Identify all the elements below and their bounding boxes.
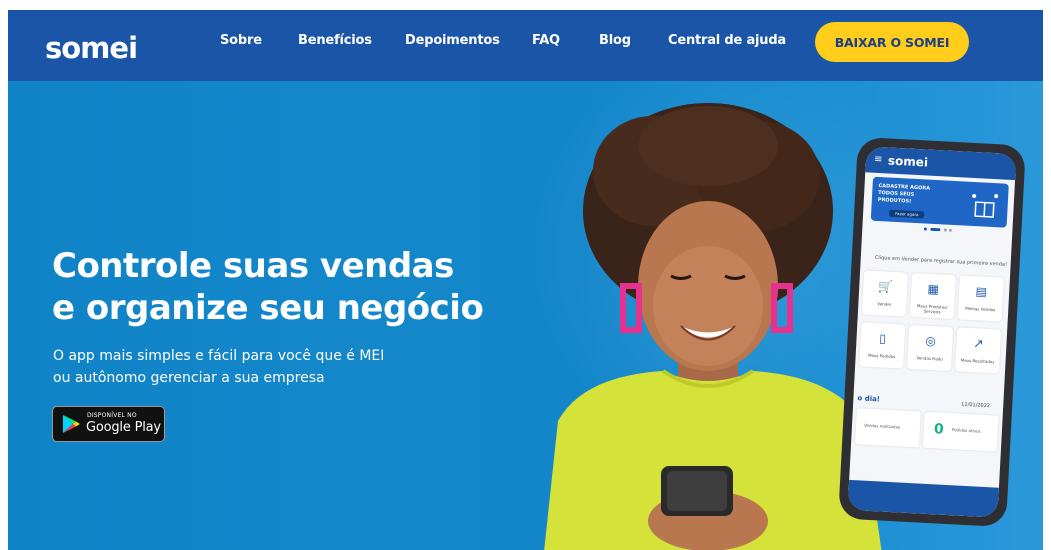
nav-link-depoimentos[interactable]: Depoimentos: [405, 33, 500, 48]
tile-meus-pedidos: ▯ Meus Pedidos: [859, 322, 906, 369]
app-phone-mockup: ≡ somei CADASTRE AGORA TODOS SEUS PRODUT…: [838, 136, 1026, 528]
download-cta-button[interactable]: BAIXAR O SOMEI: [815, 22, 969, 62]
phone-date: 12/01/2022: [961, 401, 991, 410]
phone-banner-text: CADASTRE AGORA TODOS SEUS PRODUTOS!: [877, 183, 931, 205]
handshake-icon: ◎: [924, 333, 937, 349]
phone-banner-button: Fazer agora: [888, 209, 925, 219]
tile-meus-produtos: ▦ Meus Produtos/ Serviços: [909, 272, 957, 320]
phone-bottom-bar: [847, 479, 999, 518]
somei-logo[interactable]: somei: [45, 28, 138, 65]
nav-link-central-de-ajuda[interactable]: Central de ajuda: [668, 33, 786, 48]
hamburger-menu-icon: ≡: [873, 153, 883, 166]
trend-icon: ↗: [973, 336, 984, 351]
phone-promo-banner: CADASTRE AGORA TODOS SEUS PRODUTOS! Faze…: [870, 176, 1009, 228]
tile-label: Meus Resultados: [960, 357, 995, 365]
tile-label: Meus Pedidos: [867, 352, 896, 360]
nav-link-beneficios[interactable]: Benefícios: [298, 33, 372, 48]
phone-frame: ≡ somei CADASTRE AGORA TODOS SEUS PRODUT…: [838, 136, 1026, 528]
cart-icon: 🛒: [877, 279, 894, 294]
tile-label: Meus Produtos/ Serviços: [916, 303, 948, 315]
headline-line-2: e organize seu negócio: [52, 288, 484, 328]
tile-meus-resultados: ↗ Meus Resultados: [954, 327, 1002, 374]
receipt-icon: ▤: [975, 284, 988, 299]
subheadline-line-2: ou autônomo gerenciar a sua empresa: [53, 370, 325, 386]
hero-headline: Controle suas vendas e organize seu negó…: [52, 245, 484, 329]
phone-app-logo: somei: [887, 153, 929, 170]
tile-label: Vender: [877, 301, 892, 307]
phone-card-label: Vendas realizadas: [863, 422, 901, 430]
google-play-small-text: DISPONÍVEL NO: [87, 412, 137, 419]
phone-screen: ≡ somei CADASTRE AGORA TODOS SEUS PRODUT…: [847, 146, 1017, 518]
phone-card-number: 0: [933, 421, 945, 438]
hero-section: Controle suas vendas e organize seu negó…: [8, 81, 1043, 550]
tile-label: Minhas Vendas: [965, 305, 996, 313]
google-play-icon: [63, 415, 80, 433]
tile-vender: 🛒 Vender: [861, 270, 909, 317]
nav-link-blog[interactable]: Blog: [599, 33, 631, 48]
gift-box-icon: [972, 194, 999, 218]
logo-text: somei: [45, 31, 138, 65]
grid-icon: ▦: [927, 281, 940, 297]
tile-label: Vendas Fiado: [916, 355, 943, 362]
google-play-text: Google Play: [86, 420, 161, 435]
tile-vendas-fiado: ◎ Vendas Fiado: [907, 324, 954, 372]
tile-minhas-vendas: ▤ Minhas Vendas: [957, 275, 1004, 322]
hero-subheadline: O app mais simples e fácil para você que…: [53, 345, 384, 389]
phone-card-pedidos: 0 Pedidos ativos: [922, 411, 999, 452]
subheadline-line-1: O app mais simples e fácil para você que…: [53, 348, 385, 364]
google-play-badge[interactable]: DISPONÍVEL NO Google Play: [52, 406, 165, 442]
top-navbar: somei Sobre Benefícios Depoimentos FAQ B…: [8, 10, 1043, 81]
phone-hint-text: Clique em Vender para registrar sua prim…: [874, 254, 1008, 268]
page-frame: somei Sobre Benefícios Depoimentos FAQ B…: [8, 10, 1043, 550]
phone-card-label: Pedidos ativos: [951, 427, 981, 434]
banner-carousel-dots: [923, 227, 952, 232]
phone-greeting: o dia!: [857, 394, 881, 404]
nav-link-faq[interactable]: FAQ: [532, 33, 560, 48]
headline-line-1: Controle suas vendas: [52, 246, 454, 286]
document-icon: ▯: [878, 331, 887, 346]
phone-card-vendas: Vendas realizadas: [855, 408, 921, 448]
nav-link-sobre[interactable]: Sobre: [220, 33, 262, 48]
phone-app-header: ≡ somei: [865, 146, 1017, 181]
